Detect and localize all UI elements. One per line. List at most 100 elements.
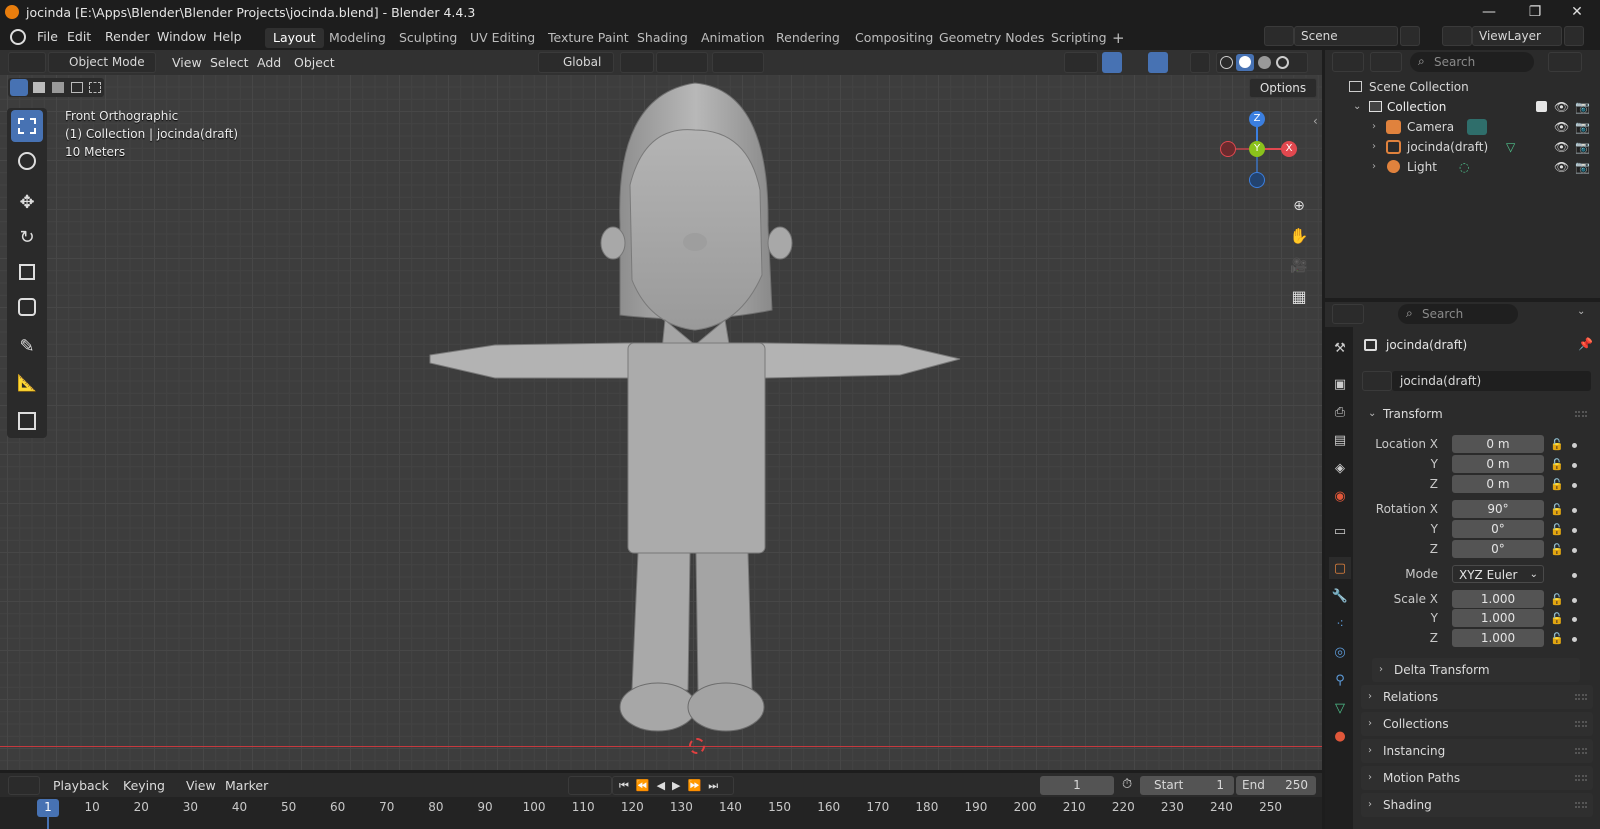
timeline-editor-type-button[interactable] <box>8 776 40 795</box>
outliner-row-scene-collection[interactable]: Scene Collection <box>1325 77 1600 97</box>
minimize-button[interactable]: — <box>1466 0 1512 24</box>
timeline-menu-keying[interactable]: Keying <box>117 776 171 795</box>
tab-geometry-nodes[interactable]: Geometry Nodes <box>931 28 1052 48</box>
expand-chevron-icon[interactable]: › <box>1372 157 1376 177</box>
keyframe-dot[interactable] <box>1572 483 1577 488</box>
zoom-icon[interactable]: ⊕ <box>1285 192 1313 220</box>
pan-hand-icon[interactable]: ✋ <box>1285 222 1313 250</box>
object-browse-button[interactable] <box>1362 371 1392 391</box>
current-frame-field[interactable]: 1 <box>1040 776 1114 795</box>
location-z-field[interactable]: 0 m <box>1452 475 1544 493</box>
shading-modes[interactable] <box>1216 52 1308 73</box>
display-mode-button[interactable] <box>1370 52 1402 72</box>
pin-icon[interactable]: 📌 <box>1578 337 1593 351</box>
shading-panel-header[interactable]: › Shading <box>1361 793 1593 817</box>
lock-icon[interactable]: 🔓 <box>1550 458 1564 472</box>
outliner-row-camera[interactable]: › Camera 👁 📷 <box>1325 117 1600 137</box>
keyframe-dot[interactable] <box>1572 637 1577 642</box>
overlay-toggle-icon[interactable] <box>1148 52 1168 73</box>
collections-panel-header[interactable]: › Collections <box>1361 712 1593 736</box>
expand-chevron-icon[interactable]: › <box>1372 117 1376 137</box>
measure-tool-icon[interactable]: 📐 <box>11 366 43 398</box>
rotation-mode-dropdown[interactable]: XYZ Euler ⌄ <box>1452 565 1544 583</box>
viewlayer-selector-button[interactable] <box>1442 26 1472 46</box>
gizmo-x-icon[interactable]: X <box>1281 141 1297 157</box>
camera-view-icon[interactable]: 🎥 <box>1285 252 1313 280</box>
scale-z-field[interactable]: 1.000 <box>1452 629 1544 647</box>
keyframe-dot[interactable] <box>1572 443 1577 448</box>
location-x-field[interactable]: 0 m <box>1452 435 1544 453</box>
rendered-shading-icon[interactable] <box>1276 56 1289 69</box>
transform-tool-icon[interactable] <box>11 291 43 323</box>
select-extend-icon[interactable] <box>33 82 45 93</box>
keyframe-dot[interactable] <box>1572 598 1577 603</box>
rotation-y-field[interactable]: 0° <box>1452 520 1544 538</box>
move-tool-icon[interactable]: ✥ <box>11 186 43 218</box>
outliner-row-light[interactable]: › Light ◌ 👁 📷 <box>1325 157 1600 177</box>
visibility-eye-icon[interactable]: 👁 <box>1554 117 1569 137</box>
new-scene-icon[interactable] <box>1400 26 1420 46</box>
timeline-menu-playback[interactable]: Playback <box>47 776 115 795</box>
visibility-icon[interactable] <box>1064 52 1098 73</box>
navigation-gizmo[interactable]: Z Y X <box>1219 106 1297 196</box>
scene-selector-button[interactable] <box>1264 26 1294 46</box>
camera-data-icon[interactable] <box>1467 119 1487 135</box>
keyframe-dot[interactable] <box>1572 548 1577 553</box>
visibility-eye-icon[interactable]: 👁 <box>1554 97 1569 117</box>
render-camera-icon[interactable]: 📷 <box>1575 157 1590 177</box>
lock-icon[interactable]: 🔓 <box>1550 478 1564 492</box>
start-frame-field[interactable]: Start 1 <box>1140 776 1234 795</box>
render-camera-icon[interactable]: 📷 <box>1575 137 1590 157</box>
gizmo-neg-z-icon[interactable] <box>1249 172 1265 188</box>
material-tab-icon[interactable]: ● <box>1329 725 1351 747</box>
proportional-editing-icon[interactable] <box>712 52 764 73</box>
visibility-eye-icon[interactable]: 👁 <box>1554 137 1569 157</box>
select-new-icon[interactable] <box>10 79 28 96</box>
lock-icon[interactable]: 🔓 <box>1550 523 1564 537</box>
location-y-field[interactable]: 0 m <box>1452 455 1544 473</box>
ortho-grid-icon[interactable]: ▦ <box>1285 282 1313 310</box>
viewport-menu-add[interactable]: Add <box>251 53 287 72</box>
rotate-tool-icon[interactable]: ↻ <box>11 221 43 253</box>
delta-transform-subpanel[interactable]: › Delta Transform <box>1372 658 1580 682</box>
scene-name-field[interactable]: Scene <box>1294 26 1398 46</box>
tab-layout[interactable]: Layout <box>265 28 324 48</box>
auto-keying-toggle[interactable] <box>568 776 612 795</box>
properties-options-chevron-icon[interactable]: ⌄ <box>1577 306 1585 317</box>
timeline-menu-view[interactable]: View <box>180 776 222 795</box>
menu-render[interactable]: Render <box>99 28 156 46</box>
select-invert-icon[interactable] <box>71 82 83 93</box>
light-data-icon[interactable]: ◌ <box>1459 157 1469 177</box>
cursor-tool[interactable] <box>11 145 43 177</box>
visibility-eye-icon[interactable]: 👁 <box>1554 157 1569 177</box>
motion-paths-panel-header[interactable]: › Motion Paths <box>1361 766 1593 790</box>
pivot-point-icon[interactable] <box>620 52 654 73</box>
render-tab-icon[interactable]: ▣ <box>1329 373 1351 395</box>
lock-icon[interactable]: 🔓 <box>1550 612 1564 626</box>
tab-uv-editing[interactable]: UV Editing <box>462 28 543 48</box>
collapse-chevron-icon[interactable]: ⌄ <box>1353 97 1361 117</box>
lock-icon[interactable]: 🔓 <box>1550 503 1564 517</box>
constraints-tab-icon[interactable]: ⚲ <box>1329 669 1351 691</box>
outliner-search-input[interactable]: ⌕ Search <box>1410 52 1534 72</box>
lock-icon[interactable]: 🔓 <box>1550 632 1564 646</box>
tab-compositing[interactable]: Compositing <box>847 28 941 48</box>
properties-editor-type-button[interactable] <box>1332 304 1364 324</box>
annotate-tool-icon[interactable]: ✎ <box>11 330 43 362</box>
outliner-editor-type-button[interactable] <box>1332 52 1364 72</box>
menu-file[interactable]: File <box>31 28 64 46</box>
lock-icon[interactable]: 🔓 <box>1550 543 1564 557</box>
gizmo-z-icon[interactable]: Z <box>1249 111 1265 127</box>
maximize-button[interactable]: ❐ <box>1512 0 1558 24</box>
snap-icon[interactable] <box>656 52 708 73</box>
tab-sculpting[interactable]: Sculpting <box>391 28 465 48</box>
editor-type-button[interactable] <box>8 52 46 73</box>
menu-help[interactable]: Help <box>207 28 248 46</box>
filter-icon[interactable] <box>1548 52 1582 72</box>
character-model[interactable] <box>400 75 1000 765</box>
3d-cursor-icon[interactable] <box>689 738 705 754</box>
outliner-row-jocinda[interactable]: › jocinda(draft) ▽ 👁 📷 <box>1325 137 1600 157</box>
scale-x-field[interactable]: 1.000 <box>1452 590 1544 608</box>
render-camera-icon[interactable]: 📷 <box>1575 97 1590 117</box>
scale-y-field[interactable]: 1.000 <box>1452 609 1544 627</box>
